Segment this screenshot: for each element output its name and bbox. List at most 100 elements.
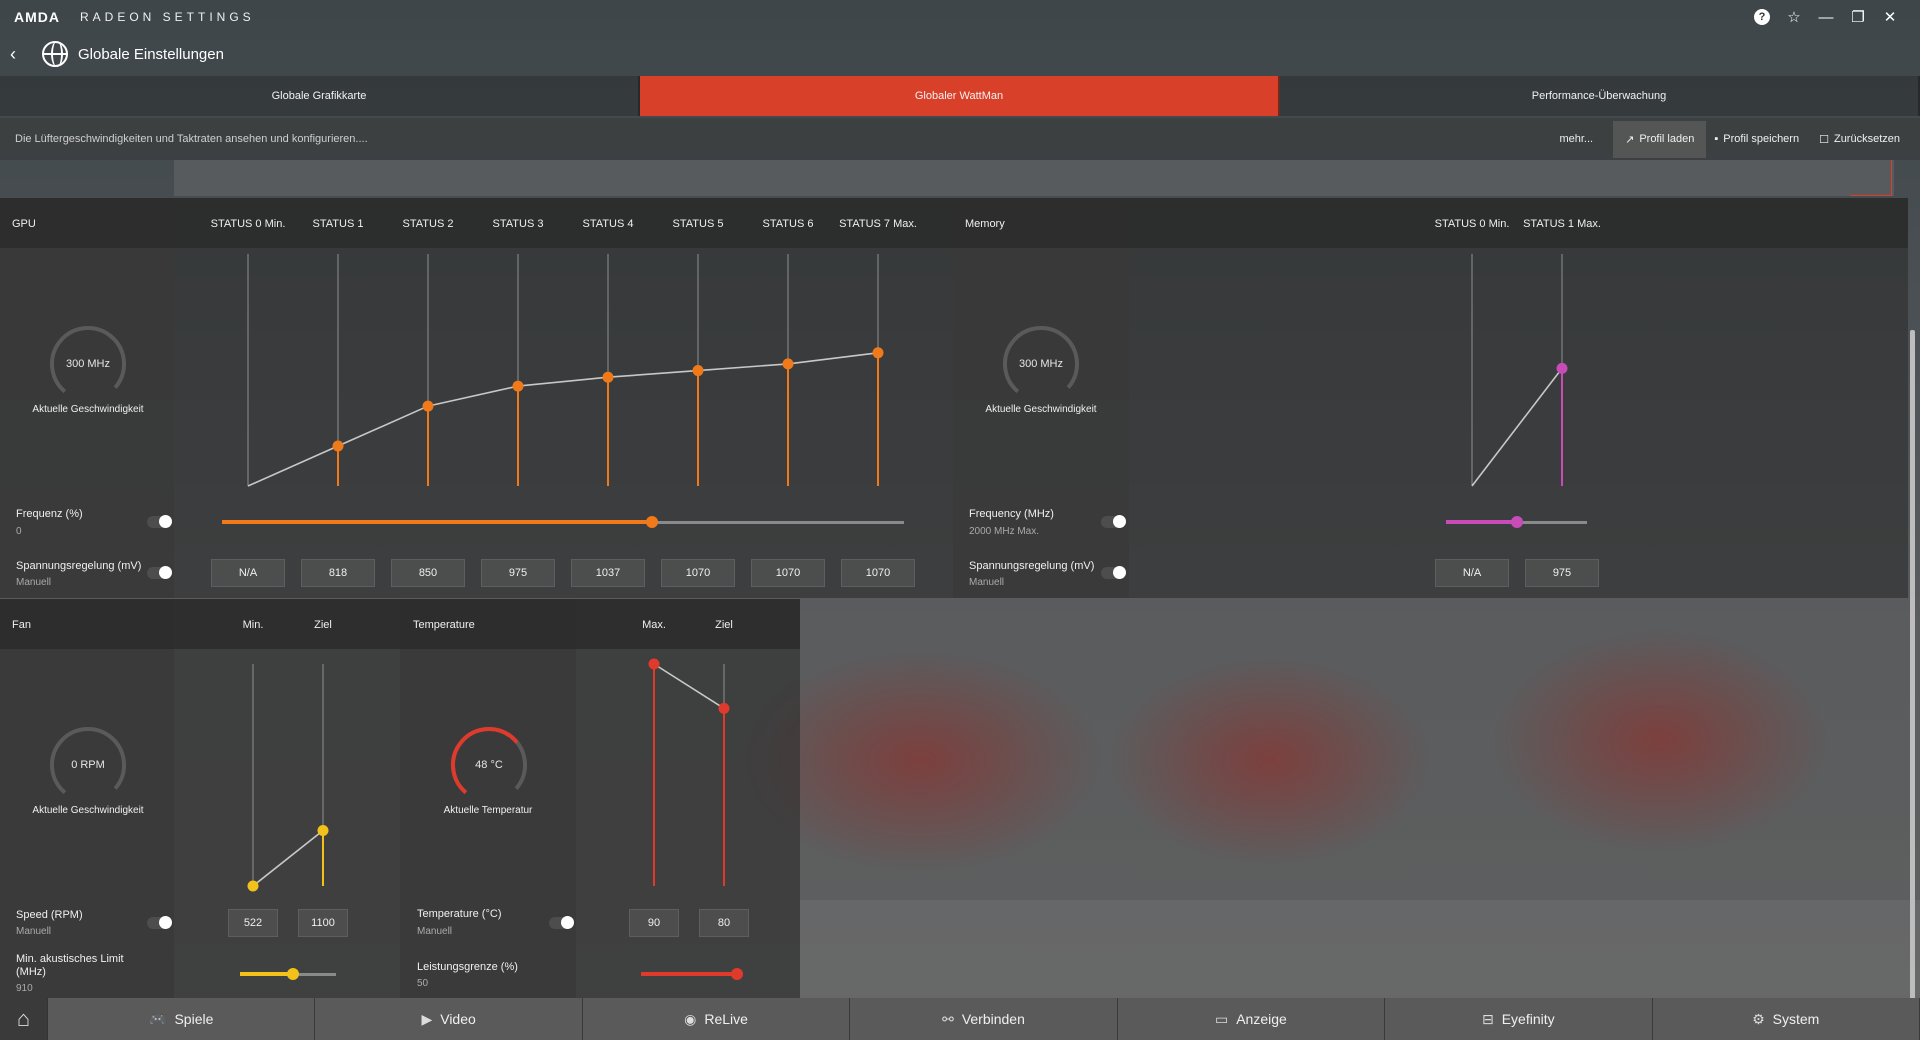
help-icon[interactable]: ? [1754, 9, 1770, 25]
page-header: ‹ Globale Einstellungen [0, 34, 600, 74]
nav-eyefinity-label: Eyefinity [1501, 1011, 1555, 1027]
fan-min-speed-field[interactable]: 522 [228, 909, 278, 937]
memory-curve [1471, 367, 1563, 487]
title-bar: AMDA RADEON SETTINGS ? ☆ — ❐ ✕ [0, 0, 1920, 34]
gpu-gauge-value: 300 MHz [65, 358, 111, 370]
reset-label: Zurücksetzen [1833, 133, 1900, 145]
fan-speed-toggle[interactable] [147, 916, 172, 929]
memory-point-1[interactable] [1556, 362, 1568, 374]
nav-system-label: System [1772, 1011, 1820, 1027]
memory-frequency-slider-fill [1446, 520, 1517, 524]
vertical-scrollbar[interactable] [1910, 330, 1915, 1000]
load-arrow-icon: ↗ [1625, 133, 1635, 146]
gpu-voltage-field-4[interactable]: 1037 [571, 559, 645, 587]
fan-point-0[interactable] [247, 880, 259, 892]
gpu-state-label-4: STATUS 4 [582, 218, 634, 230]
nav-connect-label: Verbinden [961, 1011, 1025, 1027]
gpu-voltage-field-3[interactable]: 975 [481, 559, 555, 587]
fan-acoustic-slider-fill [240, 972, 293, 976]
eyefinity-icon: ⊟ [1481, 1010, 1494, 1027]
gpu-point-1[interactable] [332, 440, 344, 452]
nav-connect[interactable]: ⚯ Verbinden [850, 998, 1118, 1040]
save-profile-button[interactable]: ▪ Profil speichern [1714, 133, 1799, 145]
fan-col-target: Ziel [314, 619, 332, 631]
fan-curve-chart[interactable] [174, 650, 400, 900]
memory-frequency-toggle[interactable] [1101, 515, 1126, 528]
reset-button[interactable]: ☐ Zurücksetzen [1819, 133, 1900, 146]
memory-voltage-toggle[interactable] [1101, 566, 1126, 579]
gpu-voltage-field-5[interactable]: 1070 [661, 559, 735, 587]
tab-performance-monitoring[interactable]: Performance-Überwachung [1280, 76, 1920, 116]
save-profile-label: Profil speichern [1723, 133, 1800, 145]
gpu-point-7[interactable] [872, 347, 884, 359]
gpu-state-chart[interactable] [174, 250, 954, 498]
fan-acoustic-slider-knob[interactable] [286, 968, 299, 980]
gpu-frequency-label: Frequenz (%) [16, 508, 83, 520]
close-icon[interactable]: ✕ [1874, 6, 1906, 28]
amd-logo: AMDA [14, 9, 60, 25]
temperature-curve-chart[interactable] [576, 650, 802, 900]
temp-max-field[interactable]: 90 [629, 909, 679, 937]
gpu-frequency-slider-knob[interactable] [645, 516, 658, 528]
gpu-point-6[interactable] [782, 358, 794, 370]
back-arrow-icon[interactable]: ‹ [10, 44, 26, 65]
gpu-point-3[interactable] [512, 380, 524, 392]
memory-frequency-slider-knob[interactable] [1510, 516, 1523, 528]
fan-header-row [0, 599, 400, 649]
memory-state-label-1: STATUS 1 Max. [1523, 218, 1601, 230]
load-profile-button[interactable]: ↗ Profil laden [1613, 120, 1707, 158]
memory-voltage-field-0[interactable]: N/A [1435, 559, 1509, 587]
fan-gauge-caption: Aktuelle Geschwindigkeit [32, 805, 144, 816]
share-icon: ⚯ [942, 1010, 954, 1027]
temp-point-1[interactable] [718, 702, 730, 714]
home-button[interactable]: ⌂ [0, 998, 48, 1040]
gpu-voltage-mode: Manuell [16, 577, 52, 588]
gpu-voltage-field-1[interactable]: 818 [301, 559, 375, 587]
nav-display[interactable]: ▭ Anzeige [1117, 998, 1386, 1040]
fan-speed-mode: Manuell [16, 926, 52, 937]
temperature-mode: Manuell [417, 926, 453, 937]
gpu-point-5[interactable] [692, 365, 704, 377]
fan-target-speed-field[interactable]: 1100 [298, 909, 348, 937]
system-icon: ⚙ [1752, 1010, 1765, 1027]
nav-display-label: Anzeige [1236, 1011, 1287, 1027]
gpu-state-label-6: STATUS 6 [762, 218, 814, 230]
more-link[interactable]: mehr... [1559, 133, 1593, 145]
tab-global-graphics[interactable]: Globale Grafikkarte [0, 76, 640, 116]
temp-col-max: Max. [642, 619, 666, 631]
memory-title: Memory [965, 218, 1005, 230]
temp-target-field[interactable]: 80 [699, 909, 749, 937]
gpu-voltage-field-7[interactable]: 1070 [841, 559, 915, 587]
gpu-voltage-field-2[interactable]: 850 [391, 559, 465, 587]
star-icon[interactable]: ☆ [1778, 6, 1810, 28]
restore-icon[interactable]: ❐ [1842, 6, 1874, 28]
fan-title: Fan [12, 619, 31, 631]
app-name: RADEON SETTINGS [80, 10, 255, 24]
gpu-state-label-5: STATUS 5 [672, 218, 724, 230]
tab-global-wattman[interactable]: Globaler WattMan [640, 76, 1280, 116]
nav-eyefinity[interactable]: ⊟ Eyefinity [1385, 998, 1653, 1040]
window-controls: ? ☆ — ❐ ✕ [1746, 6, 1906, 28]
gpu-voltage-toggle[interactable] [147, 566, 172, 579]
gpu-frequency-toggle[interactable] [147, 515, 172, 528]
gpu-point-2[interactable] [422, 400, 434, 412]
minimize-icon[interactable]: — [1810, 6, 1842, 28]
nav-system[interactable]: ⚙ System [1652, 998, 1920, 1040]
graph-strip [174, 160, 1894, 196]
memory-voltage-field-1[interactable]: 975 [1525, 559, 1599, 587]
fan-col-min: Min. [242, 619, 264, 631]
nav-games[interactable]: 🎮 Spiele [48, 998, 316, 1040]
nav-video[interactable]: ▶ Video [315, 998, 583, 1040]
fan-point-1[interactable] [317, 825, 329, 836]
memory-state-chart[interactable] [1129, 250, 1909, 498]
temperature-title: Temperature [413, 619, 475, 631]
tab-bar: Globale Grafikkarte Globaler WattMan Per… [0, 76, 1920, 116]
nav-relive[interactable]: ◉ ReLive [582, 998, 851, 1040]
gpu-point-4[interactable] [602, 371, 614, 383]
gpu-voltage-field-6[interactable]: 1070 [751, 559, 825, 587]
temp-point-0[interactable] [648, 658, 660, 670]
gpu-voltage-field-0[interactable]: N/A [211, 559, 285, 587]
power-limit-slider-knob[interactable] [731, 968, 743, 980]
temperature-toggle[interactable] [549, 916, 574, 929]
toolbar: Die Lüftergeschwindigkeiten und Taktrate… [0, 118, 1920, 160]
